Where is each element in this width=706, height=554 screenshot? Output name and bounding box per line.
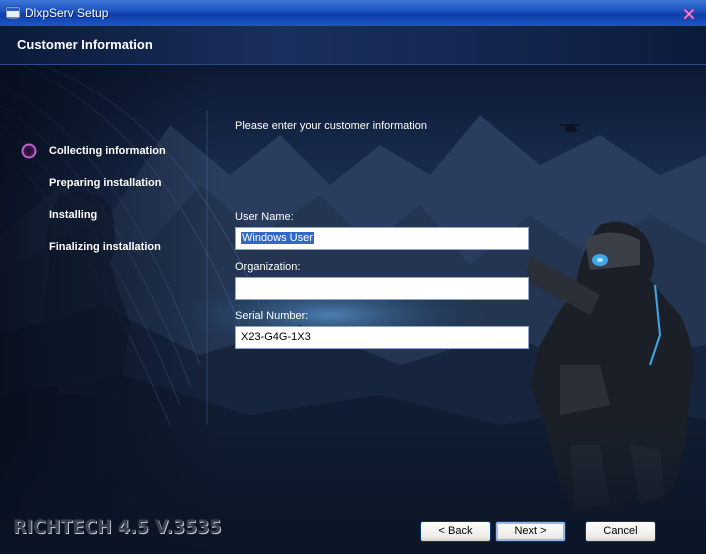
step-preparing-installation: Preparing installation <box>49 177 162 189</box>
step-finalizing-installation: Finalizing installation <box>49 241 161 253</box>
organization-label: Organization: <box>235 261 301 273</box>
user-name-label: User Name: <box>235 211 294 223</box>
back-button[interactable]: < Back <box>420 521 491 542</box>
form-prompt: Please enter your customer information <box>235 120 427 132</box>
user-name-field[interactable]: Windows User <box>235 227 529 250</box>
app-icon <box>5 6 21 19</box>
serial-number-label: Serial Number: <box>235 310 309 322</box>
organization-field[interactable] <box>235 277 529 300</box>
step-indicator-icon <box>21 143 37 159</box>
window-title: DlxpServ Setup <box>25 6 109 20</box>
page-title: Customer Information <box>17 37 153 52</box>
next-button[interactable]: Next > <box>495 521 566 542</box>
brand-watermark: RICHTECH 4.5 V.3535 <box>13 516 222 538</box>
content-area: Collecting information Preparing install… <box>0 65 706 554</box>
title-bar[interactable]: DlxpServ Setup <box>0 0 706 27</box>
serial-number-value: X23-G4G-1X3 <box>241 331 311 343</box>
page-header: Customer Information <box>0 26 706 65</box>
step-installing: Installing <box>49 209 98 221</box>
serial-number-field[interactable]: X23-G4G-1X3 <box>235 326 529 349</box>
step-collecting-information: Collecting information <box>49 145 166 157</box>
cancel-button[interactable]: Cancel <box>585 521 656 542</box>
setup-window: DlxpServ Setup Customer Information Coll… <box>0 0 706 554</box>
user-name-value: Windows User <box>241 232 314 244</box>
background-artwork <box>0 65 706 554</box>
close-icon[interactable] <box>682 7 696 21</box>
